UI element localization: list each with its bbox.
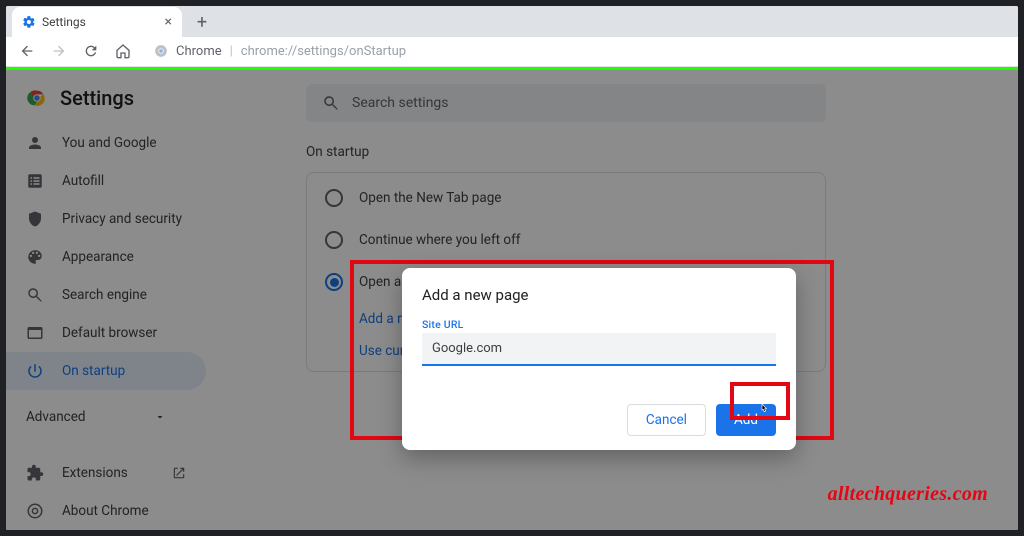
tab-strip: Settings × + (6, 6, 1018, 37)
browser-toolbar: Chrome | chrome://settings/onStartup (6, 37, 1018, 68)
gear-icon (22, 15, 36, 29)
site-url-input[interactable] (422, 333, 776, 366)
home-button[interactable] (110, 38, 136, 64)
watermark: alltechqueries.com (828, 483, 988, 506)
reload-button[interactable] (78, 38, 104, 64)
address-bar[interactable]: Chrome | chrome://settings/onStartup (142, 38, 1010, 64)
cancel-button[interactable]: Cancel (627, 404, 706, 436)
nav-back-button[interactable] (14, 38, 40, 64)
field-label: Site URL (422, 318, 776, 331)
close-tab-icon[interactable]: × (165, 14, 172, 30)
tab-title: Settings (42, 15, 86, 29)
add-button[interactable]: Add (716, 404, 776, 436)
dialog-title: Add a new page (422, 286, 776, 304)
omnibox-label: Chrome (176, 44, 222, 59)
add-page-dialog: Add a new page Site URL Cancel Add (402, 268, 796, 450)
omnibox-url: chrome://settings/onStartup (241, 44, 406, 59)
chrome-icon (154, 44, 168, 58)
browser-tab[interactable]: Settings × (12, 7, 182, 37)
nav-forward-button[interactable] (46, 38, 72, 64)
new-tab-button[interactable]: + (188, 9, 216, 37)
